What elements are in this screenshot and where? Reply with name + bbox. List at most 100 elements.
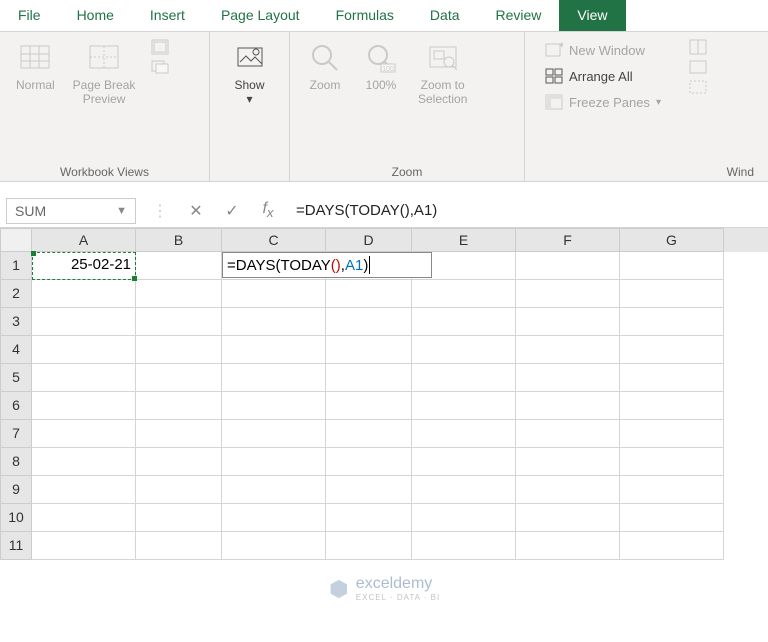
cell-B1[interactable] [136,252,222,280]
cell-F2[interactable] [516,280,620,308]
cell-E5[interactable] [412,364,516,392]
cell-C2[interactable] [222,280,326,308]
cancel-button[interactable]: ✕ [178,201,214,221]
cell-E8[interactable] [412,448,516,476]
cell-F8[interactable] [516,448,620,476]
cell-F4[interactable] [516,336,620,364]
cell-D9[interactable] [326,476,412,504]
cell-E4[interactable] [412,336,516,364]
cell-D4[interactable] [326,336,412,364]
row-header-4[interactable]: 4 [0,336,32,364]
unhide-icon[interactable] [689,78,707,96]
row-header-7[interactable]: 7 [0,420,32,448]
custom-views-icon[interactable] [151,58,169,76]
page-layout-icon[interactable] [151,38,169,56]
col-header-B[interactable]: B [136,228,222,252]
cell-E3[interactable] [412,308,516,336]
cell-A10[interactable] [32,504,136,532]
cell-G11[interactable] [620,532,724,560]
cell-F11[interactable] [516,532,620,560]
row-header-6[interactable]: 6 [0,392,32,420]
cell-C3[interactable] [222,308,326,336]
cell-F5[interactable] [516,364,620,392]
cell-E9[interactable] [412,476,516,504]
cell-A11[interactable] [32,532,136,560]
cell-B5[interactable] [136,364,222,392]
col-header-C[interactable]: C [222,228,326,252]
col-header-F[interactable]: F [516,228,620,252]
cell-B3[interactable] [136,308,222,336]
cell-E2[interactable] [412,280,516,308]
cell-B2[interactable] [136,280,222,308]
enter-button[interactable]: ✓ [214,201,250,221]
tab-review[interactable]: Review [478,0,560,31]
cell-D6[interactable] [326,392,412,420]
cell-B7[interactable] [136,420,222,448]
cell-G8[interactable] [620,448,724,476]
cell-D11[interactable] [326,532,412,560]
col-header-A[interactable]: A [32,228,136,252]
cell-F6[interactable] [516,392,620,420]
zoom-button[interactable]: Zoom [300,38,350,96]
cell-A1[interactable]: 25-02-21 [32,252,136,280]
tab-insert[interactable]: Insert [132,0,203,31]
cell-G5[interactable] [620,364,724,392]
col-header-G[interactable]: G [620,228,724,252]
cell-A3[interactable] [32,308,136,336]
cell-C10[interactable] [222,504,326,532]
tab-formulas[interactable]: Formulas [318,0,412,31]
cell-A5[interactable] [32,364,136,392]
row-header-2[interactable]: 2 [0,280,32,308]
cell-B6[interactable] [136,392,222,420]
normal-view-button[interactable]: Normal [10,38,61,96]
row-header-9[interactable]: 9 [0,476,32,504]
cell-E7[interactable] [412,420,516,448]
cell-B9[interactable] [136,476,222,504]
cell-G7[interactable] [620,420,724,448]
cell-A9[interactable] [32,476,136,504]
row-header-5[interactable]: 5 [0,364,32,392]
name-box[interactable]: SUM ▼ [6,198,136,224]
col-header-D[interactable]: D [326,228,412,252]
row-header-10[interactable]: 10 [0,504,32,532]
col-header-E[interactable]: E [412,228,516,252]
cell-G9[interactable] [620,476,724,504]
cell-D5[interactable] [326,364,412,392]
arrange-all-button[interactable]: Arrange All [539,64,667,88]
cell-C4[interactable] [222,336,326,364]
cell-F1[interactable] [516,252,620,280]
cell-G2[interactable] [620,280,724,308]
cell-F7[interactable] [516,420,620,448]
cell-A8[interactable] [32,448,136,476]
cell-C9[interactable] [222,476,326,504]
cell-A4[interactable] [32,336,136,364]
zoom-100-button[interactable]: 100 100% [356,38,406,96]
cell-C6[interactable] [222,392,326,420]
tab-view[interactable]: View [559,0,625,31]
cell-G10[interactable] [620,504,724,532]
formula-input[interactable] [286,198,768,224]
cell-B4[interactable] [136,336,222,364]
show-button[interactable]: Show▾ [225,38,275,111]
cell-D8[interactable] [326,448,412,476]
tab-data[interactable]: Data [412,0,478,31]
cell-C5[interactable] [222,364,326,392]
split-icon[interactable] [689,38,707,56]
cells-area[interactable]: 25-02-21=DAYS(TODAY(),A1) [32,252,724,560]
cell-A7[interactable] [32,420,136,448]
cell-E11[interactable] [412,532,516,560]
row-header-3[interactable]: 3 [0,308,32,336]
cell-G3[interactable] [620,308,724,336]
cell-C7[interactable] [222,420,326,448]
select-all-corner[interactable] [0,228,32,252]
cell-D3[interactable] [326,308,412,336]
row-header-1[interactable]: 1 [0,252,32,280]
tab-home[interactable]: Home [59,0,132,31]
cell-D7[interactable] [326,420,412,448]
cell-A2[interactable] [32,280,136,308]
tab-file[interactable]: File [0,0,59,31]
cell-G6[interactable] [620,392,724,420]
cell-D2[interactable] [326,280,412,308]
page-break-preview-button[interactable]: Page Break Preview [67,38,142,111]
new-window-button[interactable]: ✦ New Window [539,38,667,62]
